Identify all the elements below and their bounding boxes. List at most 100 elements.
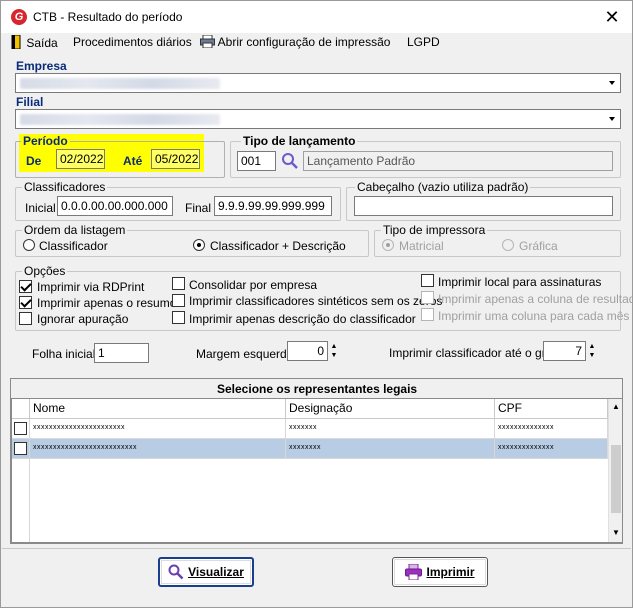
margem-esquerda-input[interactable]: 0 bbox=[287, 341, 328, 361]
opcao-descricao-label: Imprimir apenas descrição do classificad… bbox=[189, 312, 416, 326]
opcao-sinteticos-checkbox[interactable] bbox=[172, 294, 185, 307]
ordem-classificador-radio[interactable] bbox=[23, 239, 35, 251]
opcoes-label: Opções bbox=[22, 264, 68, 278]
close-button[interactable]: ✕ bbox=[597, 5, 627, 29]
grau-input[interactable]: 7 bbox=[543, 341, 586, 361]
opcao-ignorar-apuracao-label: Ignorar apuração bbox=[37, 312, 129, 326]
grid-scrollbar[interactable]: ▲ ▼ bbox=[608, 399, 622, 542]
table-row[interactable] bbox=[12, 419, 30, 439]
opcao-sinteticos-label: Imprimir classificadores sintéticos sem … bbox=[189, 294, 443, 308]
chevron-down-icon bbox=[609, 81, 615, 85]
grid-header-designacao[interactable]: Designação bbox=[286, 399, 495, 419]
row-designacao: xxxxxxx bbox=[286, 419, 495, 439]
tipo-lancamento-description: Lançamento Padrão bbox=[303, 151, 613, 171]
opcao-resumo-checkbox[interactable] bbox=[19, 296, 32, 309]
spin-up-icon[interactable]: ▲ bbox=[328, 342, 340, 351]
empresa-value-blurred bbox=[20, 78, 220, 89]
imprimir-label: Imprimir bbox=[426, 565, 475, 579]
impressora-grafica-radio[interactable] bbox=[502, 239, 514, 251]
row-select-checkbox[interactable] bbox=[14, 442, 27, 455]
representantes-title: Selecione os representantes legais bbox=[217, 382, 418, 396]
ordem-classificador-descricao-radio[interactable] bbox=[193, 239, 205, 251]
classificadores-inicial-label: Inicial bbox=[25, 201, 56, 215]
impressora-matricial-radio[interactable] bbox=[382, 239, 394, 251]
printer-icon bbox=[405, 564, 423, 580]
title-bar: G CTB - Resultado do período ✕ bbox=[1, 1, 632, 33]
app-logo-icon: G bbox=[11, 9, 27, 25]
opcao-descricao-checkbox[interactable] bbox=[172, 311, 185, 324]
spin-down-icon[interactable]: ▼ bbox=[586, 351, 598, 360]
periodo-ate-label: Até bbox=[123, 154, 143, 168]
empresa-label: Empresa bbox=[16, 59, 67, 73]
filial-value-blurred bbox=[20, 114, 220, 125]
scrollbar-thumb[interactable] bbox=[611, 445, 621, 513]
row-designacao: xxxxxxxx bbox=[286, 439, 495, 459]
margem-esquerda-label: Margem esquerda bbox=[196, 347, 294, 361]
periodo-ate-input[interactable]: 05/2022 bbox=[151, 149, 200, 169]
visualizar-label: Visualizar bbox=[188, 565, 244, 579]
impressora-grafica-label: Gráfica bbox=[519, 239, 558, 253]
opcao-consolidar-label: Consolidar por empresa bbox=[189, 278, 318, 292]
tipo-lancamento-label: Tipo de lançamento bbox=[241, 134, 358, 148]
ordem-label: Ordem da listagem bbox=[22, 223, 128, 237]
scroll-down-icon[interactable]: ▼ bbox=[609, 527, 623, 539]
menu-saida-label: Saída bbox=[26, 36, 58, 50]
row-nome: xxxxxxxxxxxxxxxxxxxxxxx bbox=[30, 419, 286, 439]
empresa-select[interactable] bbox=[15, 73, 621, 93]
search-icon[interactable] bbox=[281, 152, 299, 170]
ordem-classificador-descricao-label: Classificador + Descrição bbox=[210, 239, 346, 253]
representantes-grid: Nome Designação CPF xxxxxxxxxxxxxxxxxxxx… bbox=[11, 398, 622, 543]
margem-esquerda-spinner[interactable]: ▲ ▼ bbox=[328, 342, 340, 360]
imprimir-button[interactable]: Imprimir bbox=[392, 557, 488, 587]
grau-label: Imprimir classificador até o grau bbox=[389, 346, 560, 360]
opcao-resumo-label: Imprimir apenas o resumo bbox=[37, 296, 177, 310]
row-cpf: xxxxxxxxxxxxxx bbox=[495, 439, 608, 459]
filial-select[interactable] bbox=[15, 109, 621, 129]
spin-up-icon[interactable]: ▲ bbox=[586, 342, 598, 351]
row-select-checkbox[interactable] bbox=[14, 422, 27, 435]
exit-door-icon bbox=[11, 34, 21, 50]
row-nome: xxxxxxxxxxxxxxxxxxxxxxxxxx bbox=[30, 439, 286, 459]
opcao-rdprint-label: Imprimir via RDPrint bbox=[37, 280, 145, 294]
opcao-assinaturas-checkbox[interactable] bbox=[421, 274, 434, 287]
cabecalho-input[interactable] bbox=[354, 196, 613, 216]
scroll-up-icon[interactable]: ▲ bbox=[609, 401, 623, 413]
tipo-lancamento-code-input[interactable]: 001 bbox=[237, 151, 276, 171]
spin-down-icon[interactable]: ▼ bbox=[328, 351, 340, 360]
opcao-coluna-mes-checkbox[interactable] bbox=[421, 308, 434, 321]
classificadores-inicial-input[interactable]: 0.0.0.00.00.000.000 bbox=[57, 196, 173, 216]
menu-configuracao[interactable]: Abrir configuração de impressão bbox=[200, 34, 390, 49]
opcao-consolidar-checkbox[interactable] bbox=[172, 277, 185, 290]
menu-saida[interactable]: Saída bbox=[11, 34, 58, 50]
periodo-de-input[interactable]: 02/2022 bbox=[56, 149, 105, 169]
table-row[interactable] bbox=[12, 439, 30, 459]
grid-header-check bbox=[12, 399, 30, 419]
row-cpf: xxxxxxxxxxxxxx bbox=[495, 419, 608, 439]
visualizar-button[interactable]: Visualizar bbox=[158, 557, 254, 587]
impressora-label: Tipo de impressora bbox=[381, 223, 488, 237]
magnifier-icon bbox=[168, 564, 184, 580]
ordem-classificador-label: Classificador bbox=[39, 239, 108, 253]
grid-header-cpf[interactable]: CPF bbox=[495, 399, 608, 419]
folha-inicial-label: Folha inicial bbox=[32, 347, 96, 361]
printer-icon bbox=[200, 34, 215, 49]
opcao-rdprint-checkbox[interactable] bbox=[19, 280, 32, 293]
opcao-coluna-resultado-checkbox[interactable] bbox=[421, 291, 434, 304]
bottom-divider bbox=[2, 548, 631, 549]
opcao-ignorar-apuracao-checkbox[interactable] bbox=[19, 312, 32, 325]
grid-header-nome[interactable]: Nome bbox=[30, 399, 286, 419]
window-title: CTB - Resultado do período bbox=[33, 10, 183, 24]
periodo-de-label: De bbox=[26, 154, 42, 168]
classificadores-label: Classificadores bbox=[22, 180, 108, 194]
opcao-coluna-resultado-label: Imprimir apenas a coluna de resultado bbox=[438, 292, 633, 306]
folha-inicial-input[interactable]: 1 bbox=[94, 343, 149, 363]
filial-label: Filial bbox=[16, 95, 44, 109]
menu-procedimentos[interactable]: Procedimentos diários bbox=[73, 35, 192, 49]
grau-spinner[interactable]: ▲ ▼ bbox=[586, 342, 598, 360]
classificadores-final-label: Final bbox=[185, 201, 212, 215]
classificadores-final-input[interactable]: 9.9.9.99.99.999.999 bbox=[214, 196, 332, 216]
menu-lgpd[interactable]: LGPD bbox=[407, 35, 440, 49]
menu-bar: Saída Procedimentos diários Abrir config… bbox=[1, 33, 632, 53]
dialog-window: G CTB - Resultado do período ✕ Saída Pro… bbox=[0, 0, 633, 608]
opcao-assinaturas-label: Imprimir local para assinaturas bbox=[438, 275, 602, 289]
